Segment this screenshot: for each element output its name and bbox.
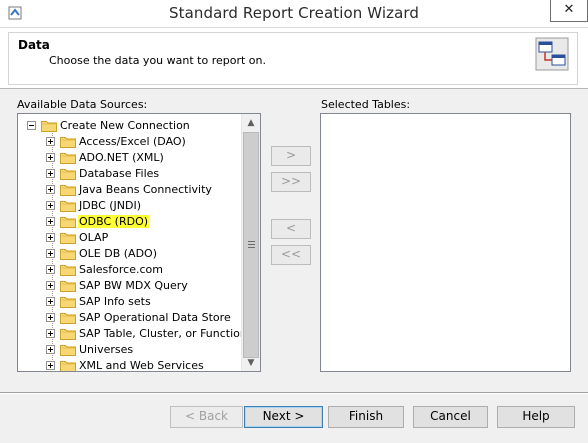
tree-item-data-source[interactable]: ADO.NET (XML) <box>46 149 165 165</box>
tree-item-label: SAP Operational Data Store <box>79 310 231 324</box>
wizard-header: Data Choose the data you want to report … <box>0 28 588 89</box>
selected-tables-list[interactable] <box>320 113 571 372</box>
expand-icon[interactable] <box>46 312 55 322</box>
remove-all-tables-button[interactable]: << <box>271 245 311 265</box>
expand-icon[interactable] <box>46 152 55 162</box>
remove-table-button[interactable]: < <box>271 219 311 239</box>
tree-item-data-source[interactable]: Salesforce.com <box>46 261 164 277</box>
tree-item-label: OLAP <box>79 230 109 244</box>
available-sources-label: Available Data Sources: <box>17 98 148 111</box>
tree-item-label: SAP Info sets <box>79 294 151 308</box>
folder-icon <box>41 120 57 132</box>
folder-icon <box>60 312 76 324</box>
folder-icon <box>60 344 76 356</box>
tree-item-label: SAP BW MDX Query <box>79 278 188 292</box>
tree-vertical-scrollbar[interactable]: ▲ ▼ <box>241 114 260 371</box>
tree-item-data-source[interactable]: SAP BW MDX Query <box>46 277 189 293</box>
tree-item-data-source[interactable]: SAP Info sets <box>46 293 152 309</box>
section-title: Data <box>18 38 50 52</box>
folder-icon <box>60 328 76 340</box>
add-table-button[interactable]: > <box>271 146 311 166</box>
expand-icon[interactable] <box>46 296 55 306</box>
scroll-down-icon[interactable]: ▼ <box>242 354 260 371</box>
tree-item-label: Database Files <box>79 166 160 180</box>
expand-icon[interactable] <box>46 200 55 210</box>
cancel-button[interactable]: Cancel <box>413 406 488 428</box>
folder-icon <box>60 216 76 228</box>
tree-item-label: Salesforce.com <box>79 262 163 276</box>
expand-icon[interactable] <box>46 328 55 338</box>
folder-icon <box>60 168 76 180</box>
folder-icon <box>60 152 76 164</box>
tree-item-label: ADO.NET (XML) <box>79 150 164 164</box>
tree-item-label: Java Beans Connectivity <box>79 182 212 196</box>
folder-icon <box>60 280 76 292</box>
tree-item-data-source[interactable]: SAP Operational Data Store <box>46 309 232 325</box>
folder-icon <box>60 136 76 148</box>
tree-item-data-source[interactable]: OLAP <box>46 229 109 245</box>
scroll-up-icon[interactable]: ▲ <box>242 114 260 131</box>
tree-item-label: JDBC (JNDI) <box>79 198 142 212</box>
back-button[interactable]: < Back <box>170 406 243 428</box>
tree-item-label: OLE DB (ADO) <box>79 246 157 260</box>
section-description: Choose the data you want to report on. <box>49 54 266 67</box>
next-button[interactable]: Next > <box>244 406 323 428</box>
add-all-tables-button[interactable]: >> <box>271 172 311 192</box>
tree-item-data-source[interactable]: SAP Table, Cluster, or Function <box>46 325 248 341</box>
folder-icon <box>60 264 76 276</box>
folder-icon <box>60 232 76 244</box>
expand-icon[interactable] <box>46 280 55 290</box>
folder-icon <box>60 248 76 260</box>
tree-item-label: SAP Table, Cluster, or Function <box>79 326 247 340</box>
tree-item-label: ODBC (RDO) <box>78 214 150 228</box>
expand-icon[interactable] <box>46 216 55 226</box>
expand-icon[interactable] <box>46 136 55 146</box>
tree-item-label: XML and Web Services <box>79 358 204 372</box>
tree-item-data-source[interactable]: Access/Excel (DAO) <box>46 133 187 149</box>
tree-item-data-source[interactable]: JDBC (JNDI) <box>46 197 142 213</box>
close-button[interactable]: ✕ <box>550 0 588 22</box>
title-bar: Standard Report Creation Wizard ✕ <box>0 0 588 28</box>
selected-tables-label: Selected Tables: <box>321 98 411 111</box>
scrollbar-thumb[interactable] <box>243 132 259 358</box>
tree-item-data-source[interactable]: XML and Web Services <box>46 357 205 372</box>
expand-icon[interactable] <box>46 168 55 178</box>
expand-icon[interactable] <box>46 360 55 370</box>
help-button[interactable]: Help <box>497 406 575 428</box>
expand-icon[interactable] <box>46 248 55 258</box>
expand-icon[interactable] <box>46 232 55 242</box>
tree-item-data-source[interactable]: OLE DB (ADO) <box>46 245 158 261</box>
data-tables-icon <box>535 37 569 71</box>
tree-item-label: Access/Excel (DAO) <box>79 134 186 148</box>
window-title: Standard Report Creation Wizard <box>169 4 419 22</box>
tree-item-data-source[interactable]: Java Beans Connectivity <box>46 181 213 197</box>
tree-item-root[interactable]: Create New Connection <box>27 117 191 133</box>
finish-button[interactable]: Finish <box>328 406 404 428</box>
folder-icon <box>60 296 76 308</box>
footer-separator <box>0 392 588 394</box>
tree-item-label: Create New Connection <box>60 118 190 132</box>
tree-item-label: Universes <box>79 342 134 356</box>
folder-icon <box>60 184 76 196</box>
grip-icon <box>248 241 255 250</box>
collapse-icon[interactable] <box>27 120 36 130</box>
tree-item-data-source[interactable]: Universes <box>46 341 134 357</box>
expand-icon[interactable] <box>46 264 55 274</box>
expand-icon[interactable] <box>46 344 55 354</box>
folder-icon <box>60 200 76 212</box>
tree-item-data-source[interactable]: Database Files <box>46 165 160 181</box>
tree-item-data-source[interactable]: ODBC (RDO) <box>46 213 150 229</box>
expand-icon[interactable] <box>46 184 55 194</box>
available-sources-tree[interactable]: Create New Connection Access/Excel (DAO)… <box>17 113 261 372</box>
folder-icon <box>60 360 76 371</box>
